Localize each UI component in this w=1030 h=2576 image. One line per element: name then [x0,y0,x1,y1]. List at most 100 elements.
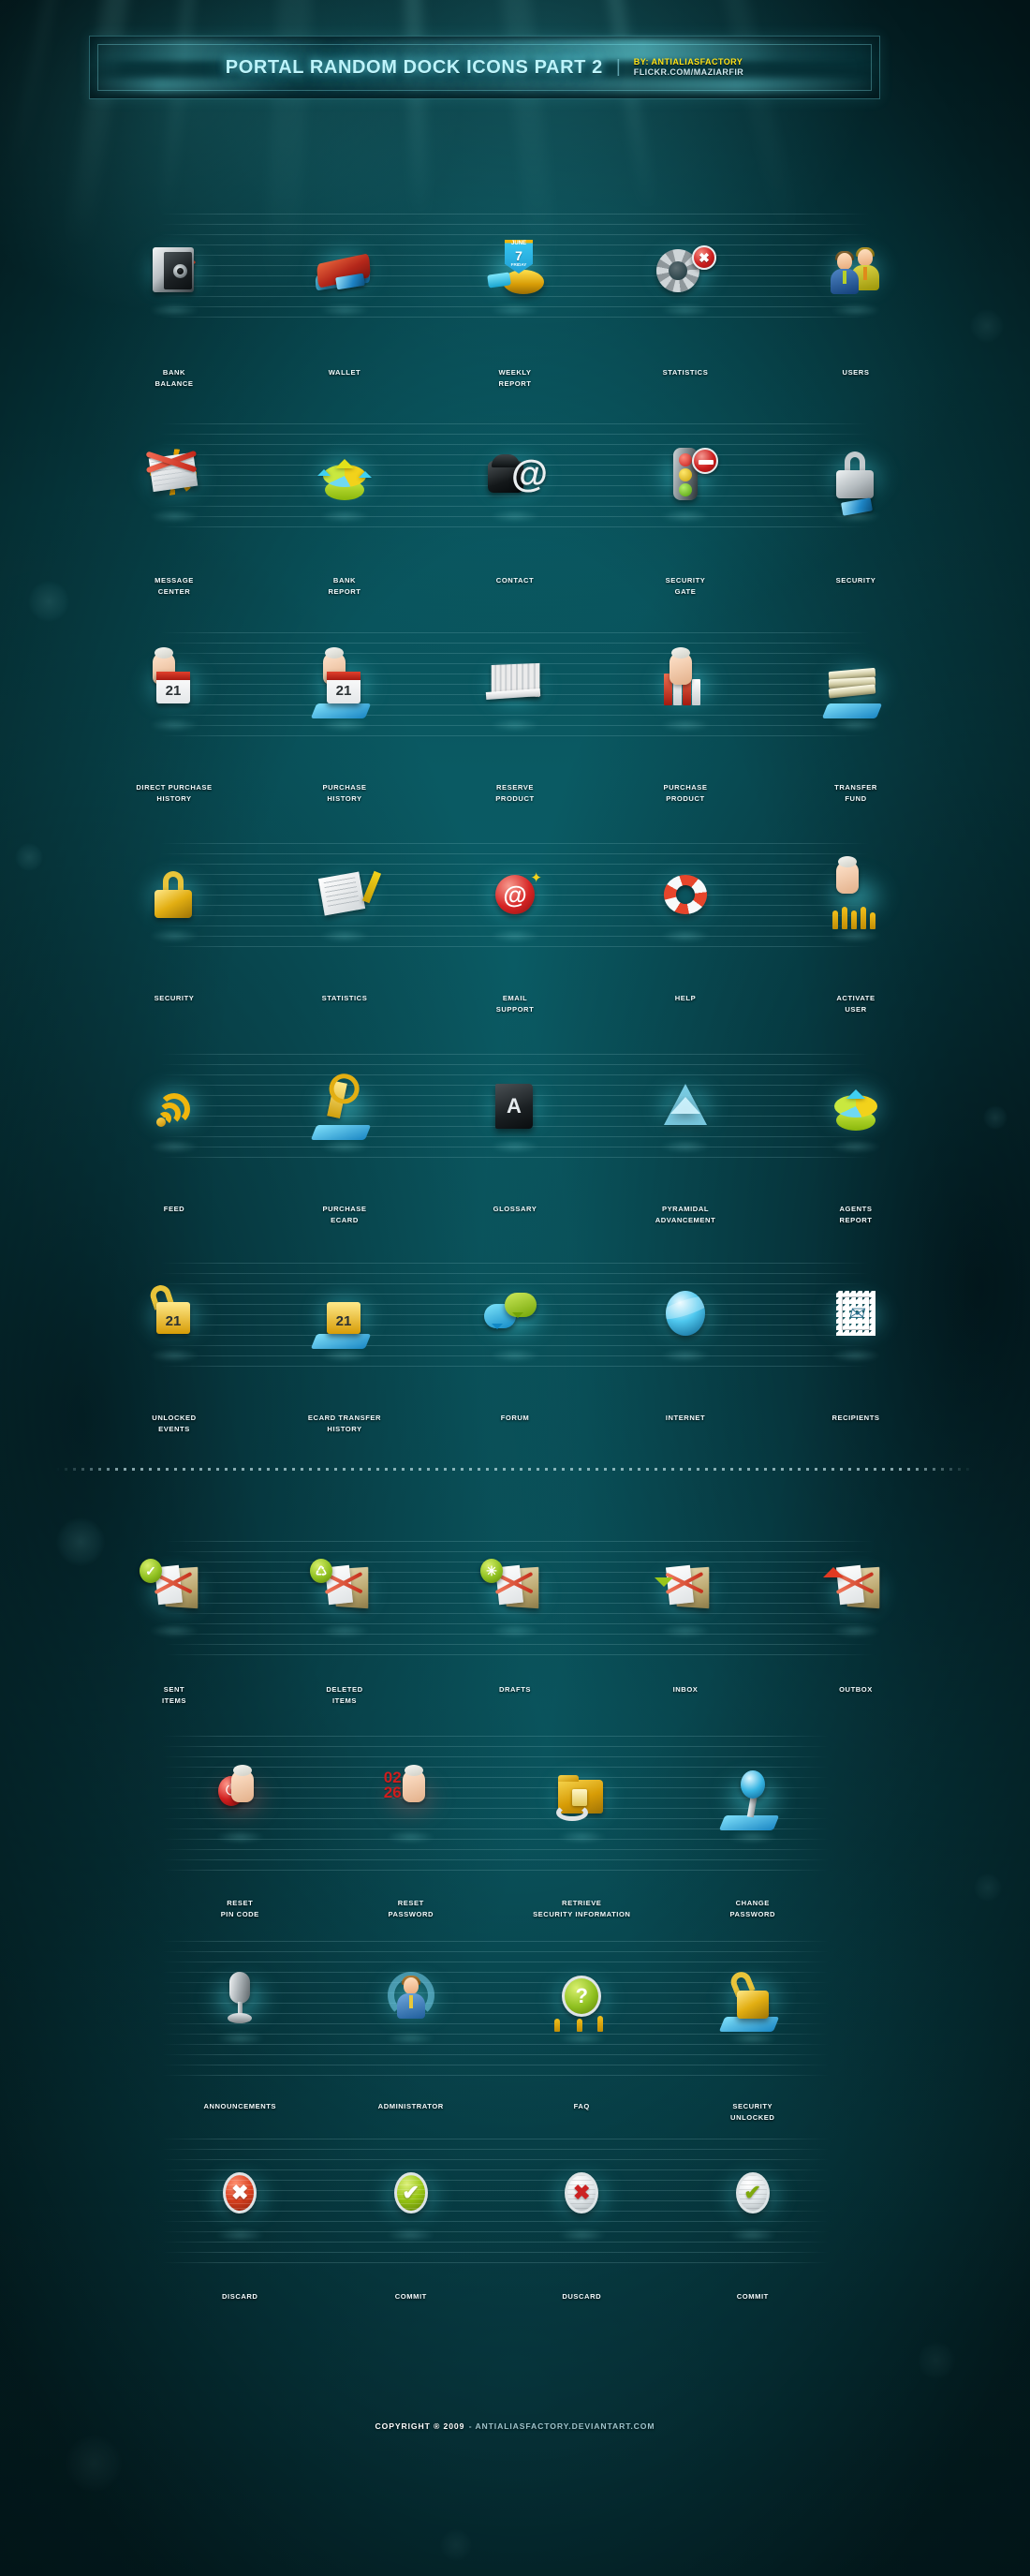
unlocked-card-icon [718,1964,787,2034]
calendar-weekday: FRIDAY [510,262,527,267]
icon-label: RETRIEVE SECURITY INFORMATION [533,1899,631,1918]
question-people-icon: ? [547,1964,616,2034]
icon-cell-help[interactable] [600,860,771,931]
icon-label: ANNOUNCEMENTS [203,2102,277,2110]
icon-label: EMAIL SUPPORT [495,994,535,1014]
calendar-day: 21 [165,683,182,699]
icon-cell-transfer-fund[interactable] [771,649,941,720]
folder-outbox-icon [821,1557,890,1626]
recycle-badge: ♺ [310,1559,332,1583]
icon-label: INBOX [672,1685,699,1694]
icon-cell-purchase-ecard[interactable] [259,1071,430,1142]
icon-label: ECARD TRANSFER HISTORY [307,1414,382,1433]
icon-label: PURCHASE PRODUCT [663,783,708,803]
folder-lock-refresh-icon [547,1763,616,1832]
icon-cell-discard[interactable]: ✖ [154,2159,326,2230]
icon-cell-feed[interactable] [89,1071,259,1142]
document-pencil-icon [310,862,382,931]
icon-cell-inbox[interactable] [600,1555,771,1626]
icon-label: SECURITY [154,994,195,1002]
icon-cell-users[interactable] [771,234,941,305]
icon-cell-direct-purchase-history[interactable]: 21 [89,647,259,720]
icon-cell-sent-items[interactable]: ✓ [89,1555,259,1626]
icon-label: FORUM [500,1414,530,1422]
icon-cell-recipients[interactable]: ✉ [771,1280,941,1351]
lifebuoy-icon [651,862,720,931]
icon-cell-contact[interactable]: @ [430,440,600,511]
icon-cell-security-gold[interactable] [89,860,259,931]
icon-cell-security-unlocked[interactable] [668,1962,839,2034]
icon-cell-activate-user[interactable] [771,856,941,931]
cross-red-button-icon: ✖ [205,2161,274,2230]
admin-user-icon [376,1964,446,2034]
icon-cell-security[interactable] [771,440,941,516]
icon-cell-ecard-transfer-history[interactable]: 21 [259,1280,430,1351]
icon-cell-commit[interactable]: ✔ [326,2159,497,2230]
hand-calendar-icon: 21 [140,647,209,720]
icon-cell-commit-white[interactable]: ✔ [668,2159,839,2230]
gear-error-icon: ✖ [651,236,720,305]
icon-cell-drafts[interactable]: ✳ [430,1555,600,1626]
icon-cell-retrieve-security-information[interactable] [496,1761,668,1832]
microphone-icon [205,1964,274,2034]
icon-cell-change-password[interactable] [668,1761,839,1832]
icon-cell-faq[interactable]: ? [496,1962,668,2034]
question-glyph: ? [562,1976,602,2017]
icon-row: @ ✦ [89,856,941,931]
icon-cell-message-center[interactable] [89,440,259,511]
icon-cell-bank-balance[interactable] [89,234,259,305]
label-row: SECURITY STATISTICS EMAIL SUPPORT HELP A… [89,985,941,1015]
padlock-gold-icon [140,862,209,931]
icon-label: GLOSSARY [493,1205,537,1213]
icon-row: 21 21 [89,647,941,720]
star-icon: ✦ [530,870,542,886]
pyramid-icon [651,1073,720,1142]
label-row: FEED PURCHASE ECARD GLOSSARY PYRAMIDAL A… [89,1196,941,1226]
icon-label: INTERNET [665,1414,706,1422]
icon-cell-purchase-product[interactable] [600,647,771,720]
icon-cell-security-gate[interactable] [600,440,771,511]
icon-cell-reserve-product[interactable] [430,649,600,720]
title-separator: | [615,57,621,77]
icon-cell-reset-pin-code[interactable]: ⏻ [154,1761,326,1832]
icon-cell-email-support[interactable]: @ ✦ [430,860,600,931]
key-card-icon [310,1073,379,1142]
pie-chart-icon [310,442,379,511]
icon-cell-duscard[interactable]: ✖ [496,2159,668,2230]
address-book-icon: A [480,1073,550,1142]
folder-recycle-icon: ♺ [310,1557,379,1626]
icon-label: PYRAMIDAL ADVANCEMENT [655,1205,716,1224]
icon-cell-bank-report[interactable] [259,440,430,511]
calendar-month: JUNE [510,241,526,246]
icon-cell-internet[interactable] [600,1280,771,1351]
icon-cell-wallet[interactable] [259,234,430,305]
icon-cell-statistics-doc[interactable] [259,860,430,931]
icon-cell-purchase-history[interactable]: 21 [259,647,430,720]
icon-cell-outbox[interactable] [771,1555,941,1626]
icon-label: HELP [674,994,697,1002]
icon-cell-administrator[interactable] [326,1962,497,2034]
agents-chart-icon [821,1073,890,1142]
icon-cell-forum[interactable] [430,1280,600,1351]
icon-label: UNLOCKED EVENTS [152,1414,197,1433]
icon-cell-statistics[interactable]: ✖ [600,234,771,305]
icon-label: DRAFTS [498,1685,532,1694]
icon-cell-glossary[interactable]: A [430,1071,600,1142]
label-row: SENT ITEMS DELETED ITEMS DRAFTS INBOX OU… [89,1677,941,1707]
author-link[interactable]: FLICKR.COM/MAZIARFIR [634,67,743,78]
icon-label: USERS [842,368,870,377]
hand-calendar-card-icon: 21 [310,647,379,720]
icon-cell-weekly-report[interactable]: JUNE 7 FRIDAY [430,234,600,305]
icon-cell-deleted-items[interactable]: ♺ [259,1555,430,1626]
label-row: DISCARD COMMIT DUSCARD COMMIT [154,2284,838,2302]
chat-bubbles-icon [480,1281,550,1351]
icon-cell-reset-password[interactable]: 02 26 [326,1761,497,1832]
icon-row: ✖ ✔ ✖ ✔ [154,2159,838,2230]
icon-cell-pyramidal-advancement[interactable] [600,1071,771,1142]
icon-label: COMMIT [736,2292,769,2301]
icon-cell-unlocked-events[interactable]: 21 [89,1280,259,1351]
icon-cell-agents-report[interactable] [771,1071,941,1142]
icon-cell-announcements[interactable] [154,1962,326,2034]
footer-site-link[interactable]: - ANTIALIASFACTORY.DEVIANTART.COM [469,2421,655,2431]
icon-label: CONTACT [495,576,535,585]
